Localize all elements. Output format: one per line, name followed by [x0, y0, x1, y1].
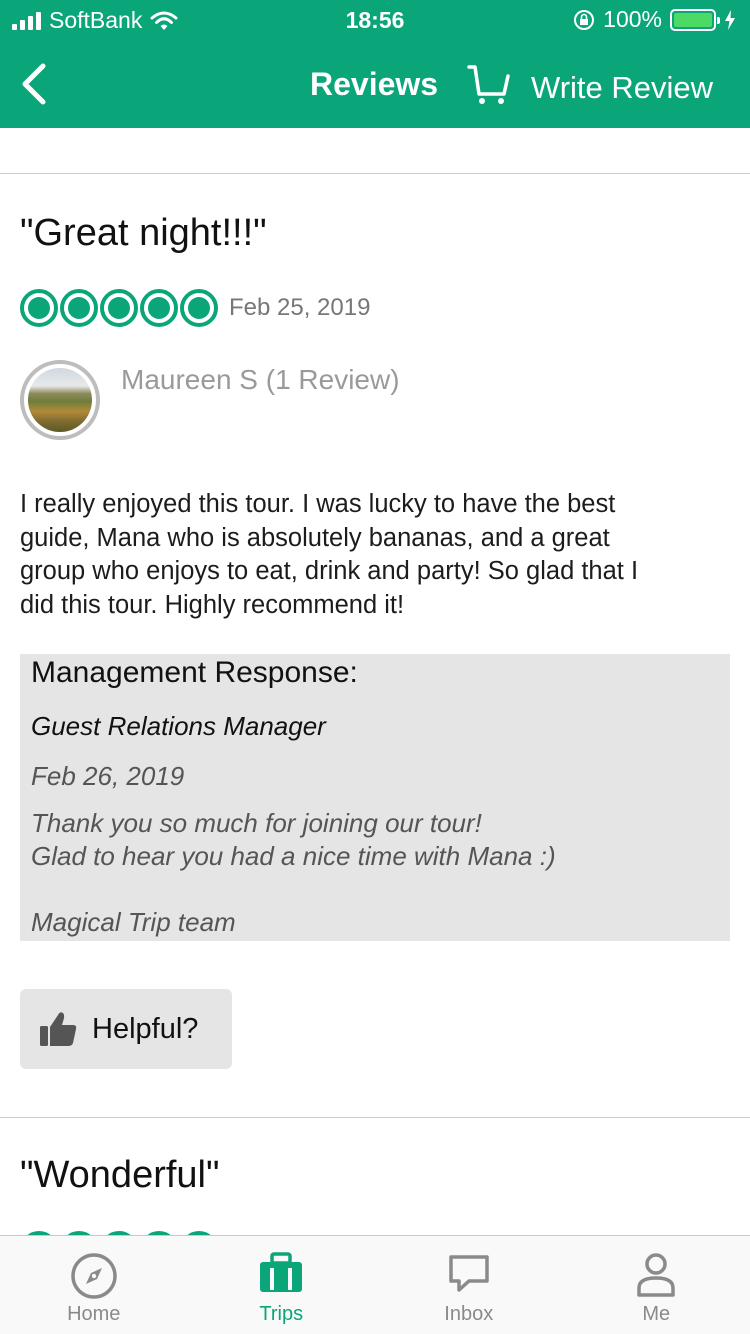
review-date: Feb 25, 2019	[229, 294, 371, 321]
responder-title: Guest Relations Manager	[31, 711, 326, 741]
tab-home[interactable]: Home	[0, 1236, 188, 1334]
thumbs-up-icon	[40, 1012, 77, 1046]
cart-icon[interactable]	[466, 64, 512, 106]
tab-label: Me	[642, 1303, 671, 1325]
nav-bar: Reviews Write Review	[0, 40, 750, 128]
author-name[interactable]: Maureen S (1 Review)	[121, 364, 400, 396]
helpful-label: Helpful?	[92, 1012, 199, 1045]
response-line: Magical Trip team	[31, 907, 236, 937]
rating-bubble	[20, 289, 58, 327]
person-icon	[637, 1253, 675, 1297]
review-body-line: did this tour. Highly recommend it!	[20, 590, 405, 619]
rating-bubble	[180, 289, 218, 327]
review-title: "Great night!!!"	[20, 212, 267, 254]
review-title: "Wonderful"	[20, 1154, 220, 1196]
battery-percent: 100%	[603, 6, 662, 32]
rating-bubble	[140, 289, 178, 327]
tab-trips[interactable]: Trips	[188, 1236, 376, 1334]
status-bar: SoftBank 18:56 100%	[0, 0, 750, 40]
review-body-line: group who enjoys to eat, drink and party…	[20, 557, 639, 585]
back-chevron-icon[interactable]	[16, 62, 50, 106]
response-date: Feb 26, 2019	[31, 761, 185, 791]
chat-bubble-icon	[449, 1255, 489, 1292]
avatar[interactable]	[20, 360, 100, 440]
rating-bubble	[60, 289, 98, 327]
charging-bolt-icon	[725, 9, 735, 30]
rating-bubbles: Feb 25, 2019	[20, 289, 370, 327]
suitcase-icon	[260, 1252, 303, 1292]
orientation-lock-icon	[574, 9, 595, 30]
divider	[0, 1117, 750, 1118]
tab-label: Trips	[259, 1303, 304, 1325]
response-line: Thank you so much for joining our tour!	[31, 808, 482, 838]
divider	[0, 173, 750, 174]
page-title: Reviews	[310, 66, 439, 102]
review-body: I really enjoyed this tour. I was lucky …	[20, 488, 732, 622]
tab-label: Home	[67, 1303, 121, 1325]
avatar-photo	[28, 368, 92, 432]
status-right: 100%	[573, 6, 736, 33]
battery-icon	[670, 8, 720, 31]
tab-me[interactable]: Me	[563, 1236, 750, 1334]
response-line	[31, 873, 556, 906]
compass-icon	[71, 1253, 117, 1299]
tab-bar: Home Trips Inbox Me	[0, 1235, 750, 1334]
tab-inbox[interactable]: Inbox	[375, 1236, 563, 1334]
response-line: Glad to hear you had a nice time with Ma…	[31, 841, 556, 871]
review-body-line: I really enjoyed this tour. I was lucky …	[20, 490, 616, 518]
management-heading: Management Response:	[31, 656, 358, 689]
rating-bubble	[100, 289, 138, 327]
review-body-line: guide, Mana who is absolutely bananas, a…	[20, 523, 610, 552]
management-response: Management Response: Guest Relations Man…	[20, 654, 730, 941]
write-review-button[interactable]: Write Review	[531, 70, 713, 106]
tab-label: Inbox	[444, 1303, 494, 1325]
top-bar: SoftBank 18:56 100% Reviews Write Review	[0, 0, 750, 128]
response-text: Thank you so much for joining our tour! …	[31, 807, 556, 939]
helpful-button[interactable]: Helpful?	[20, 989, 232, 1069]
